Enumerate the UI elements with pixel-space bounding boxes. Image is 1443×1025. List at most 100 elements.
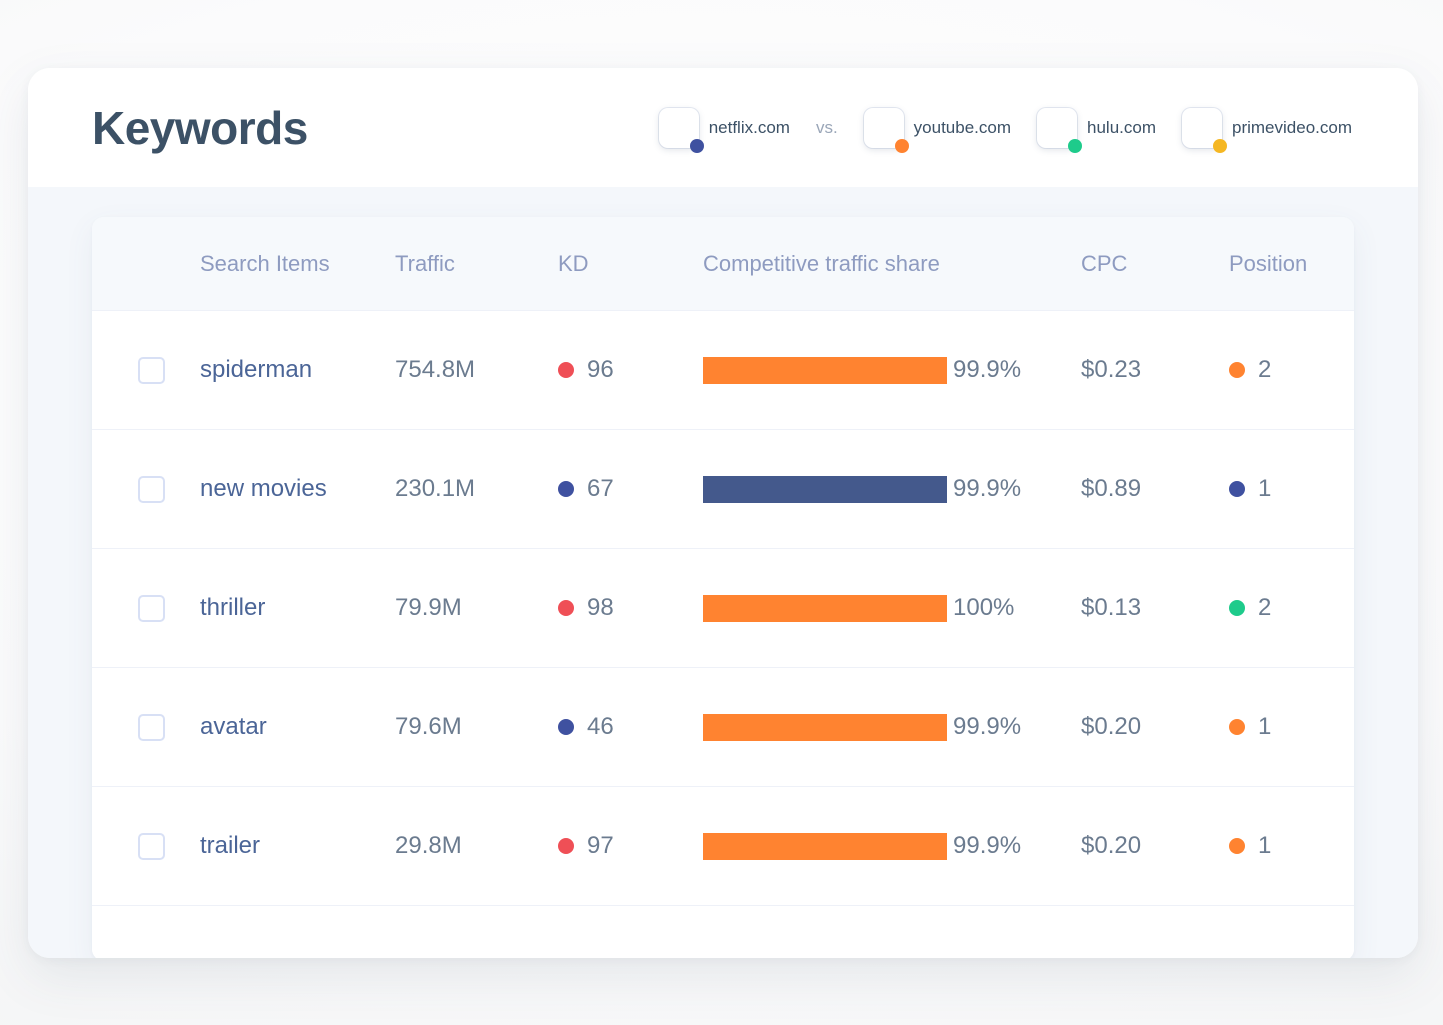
table-row: new movies 230.1M 67 99.9 — [92, 430, 1354, 549]
position-value: 2 — [1258, 356, 1271, 384]
position-cell: 1 — [1229, 832, 1354, 860]
competitive-share-cell: 99.9% — [703, 713, 1081, 741]
cpc-value: $0.20 — [1081, 713, 1141, 740]
cpc-value: $0.20 — [1081, 832, 1141, 859]
traffic-value: 754.8M — [395, 356, 475, 383]
column-header-position[interactable]: Position — [1229, 251, 1354, 277]
row-checkbox[interactable] — [138, 476, 165, 503]
position-cell: 2 — [1229, 594, 1354, 622]
traffic-cell: 230.1M — [395, 475, 558, 503]
vs-label: vs. — [816, 118, 864, 138]
table-row: spiderman 754.8M 96 99.9% — [92, 311, 1354, 430]
position-status-dot — [1229, 362, 1245, 378]
share-bar-track — [703, 833, 947, 860]
keywords-table: Search Items Traffic KD Competitive traf… — [92, 217, 1354, 958]
column-header-search-items[interactable]: Search Items — [200, 251, 395, 277]
table-header-row: Search Items Traffic KD Competitive traf… — [92, 217, 1354, 311]
table-row: avatar 79.6M 46 99.9% — [92, 668, 1354, 787]
row-select-cell — [92, 357, 200, 384]
position-cell: 1 — [1229, 475, 1354, 503]
traffic-value: 230.1M — [395, 475, 475, 502]
keyword-link[interactable]: thriller — [200, 594, 265, 621]
series-color-dot — [1068, 139, 1082, 153]
series-color-dot — [895, 139, 909, 153]
cpc-cell: $0.13 — [1081, 594, 1229, 622]
kd-value: 98 — [587, 594, 614, 622]
keyword-cell: thriller — [200, 594, 395, 622]
share-percent-label: 99.9% — [953, 713, 1021, 741]
position-value: 1 — [1258, 475, 1271, 503]
kd-status-dot — [558, 362, 574, 378]
column-header-traffic[interactable]: Traffic — [395, 251, 558, 277]
share-bar-fill — [703, 714, 947, 741]
share-bar-fill — [703, 833, 947, 860]
share-bar-track — [703, 357, 947, 384]
position-status-dot — [1229, 838, 1245, 854]
share-percent-label: 99.9% — [953, 356, 1021, 384]
competitive-share-cell: 100% — [703, 594, 1081, 622]
share-bar-fill — [703, 357, 947, 384]
domain-chip-primevideo[interactable]: primevideo.com — [1182, 108, 1378, 148]
column-header-cpc[interactable]: CPC — [1081, 251, 1229, 277]
domain-comparison-bar: netflix.com vs. youtube.com hulu.com — [659, 108, 1378, 148]
kd-value: 46 — [587, 713, 614, 741]
position-cell: 1 — [1229, 713, 1354, 741]
keyword-link[interactable]: avatar — [200, 713, 267, 740]
traffic-value: 79.6M — [395, 713, 462, 740]
column-header-kd[interactable]: KD — [558, 251, 703, 277]
domain-chip-netflix[interactable]: netflix.com — [659, 108, 816, 148]
site-tile-icon — [659, 108, 699, 148]
series-color-dot — [690, 139, 704, 153]
row-checkbox[interactable] — [138, 357, 165, 384]
row-select-cell — [92, 714, 200, 741]
competitive-share-cell: 99.9% — [703, 356, 1081, 384]
share-bar-fill — [703, 476, 947, 503]
kd-value: 96 — [587, 356, 614, 384]
table-row: trailer 29.8M 97 99.9% — [92, 787, 1354, 906]
keyword-cell: new movies — [200, 475, 395, 503]
share-bar-fill — [703, 595, 947, 622]
kd-status-dot — [558, 481, 574, 497]
keyword-cell: avatar — [200, 713, 395, 741]
keywords-panel: Keywords netflix.com vs. youtube.com h — [28, 68, 1418, 958]
row-checkbox[interactable] — [138, 595, 165, 622]
row-checkbox[interactable] — [138, 714, 165, 741]
share-percent-label: 99.9% — [953, 832, 1021, 860]
cpc-cell: $0.20 — [1081, 713, 1229, 741]
kd-cell: 46 — [558, 713, 703, 741]
site-tile-icon — [1182, 108, 1222, 148]
share-percent-label: 99.9% — [953, 475, 1021, 503]
page-title: Keywords — [92, 105, 308, 151]
keyword-link[interactable]: spiderman — [200, 356, 312, 383]
site-tile-icon — [1037, 108, 1077, 148]
share-bar-track — [703, 595, 947, 622]
keyword-link[interactable]: new movies — [200, 475, 327, 502]
row-select-cell — [92, 476, 200, 503]
kd-cell: 97 — [558, 832, 703, 860]
cpc-cell: $0.89 — [1081, 475, 1229, 503]
domain-label: primevideo.com — [1232, 118, 1352, 138]
keyword-link[interactable]: trailer — [200, 832, 260, 859]
domain-chip-hulu[interactable]: hulu.com — [1037, 108, 1182, 148]
panel-header: Keywords netflix.com vs. youtube.com h — [28, 68, 1418, 187]
kd-value: 97 — [587, 832, 614, 860]
domain-label: youtube.com — [914, 118, 1011, 138]
kd-cell: 98 — [558, 594, 703, 622]
share-bar-track — [703, 476, 947, 503]
domain-chip-youtube[interactable]: youtube.com — [864, 108, 1037, 148]
kd-status-dot — [558, 600, 574, 616]
cpc-cell: $0.23 — [1081, 356, 1229, 384]
position-value: 2 — [1258, 594, 1271, 622]
row-select-cell — [92, 833, 200, 860]
kd-cell: 96 — [558, 356, 703, 384]
row-checkbox[interactable] — [138, 833, 165, 860]
traffic-cell: 754.8M — [395, 356, 558, 384]
column-header-competitive-traffic-share[interactable]: Competitive traffic share — [703, 251, 1081, 277]
share-bar-track — [703, 714, 947, 741]
keyword-cell: trailer — [200, 832, 395, 860]
cpc-value: $0.23 — [1081, 356, 1141, 383]
competitive-share-cell: 99.9% — [703, 475, 1081, 503]
kd-value: 67 — [587, 475, 614, 503]
share-percent-label: 100% — [953, 594, 1014, 622]
position-value: 1 — [1258, 832, 1271, 860]
